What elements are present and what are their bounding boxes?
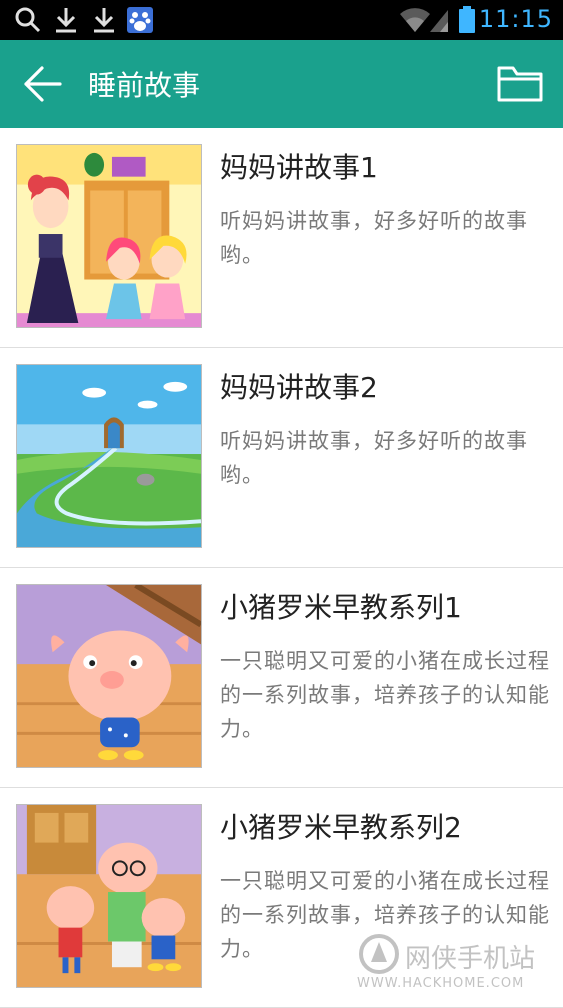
story-thumbnail [16,584,202,768]
wifi-icon [400,8,430,32]
story-title: 妈妈讲故事1 [220,151,378,184]
signal-icon [430,10,448,32]
story-description: 听妈妈讲故事，好多好听的故事哟。 [220,209,528,267]
download-icon [94,8,114,33]
story-title: 小猪罗米早教系列2 [220,811,462,844]
page-title: 睡前故事 [88,69,201,102]
list-item[interactable]: 妈妈讲故事1 听妈妈讲故事，好多好听的故事哟。 [0,128,563,348]
battery-icon [459,6,475,33]
folder-icon[interactable] [495,60,545,106]
clock: 11:15 [478,5,553,33]
story-description: 一只聪明又可爱的小猪在成长过程的一系列故事，培养孩子的认知能力。 [220,649,550,741]
search-icon [15,7,41,33]
list-item[interactable]: 小猪罗米早教系列1 一只聪明又可爱的小猪在成长过程的一系列故事，培养孩子的认知能… [0,568,563,788]
story-thumbnail [16,364,202,548]
story-title: 小猪罗米早教系列1 [220,591,462,624]
story-list: 妈妈讲故事1 听妈妈讲故事，好多好听的故事哟。 妈妈讲故事2 听妈妈讲故事，好多… [0,128,563,1008]
story-thumbnail [16,804,202,988]
app-bar: 睡前故事 [0,40,563,128]
list-item[interactable]: 小猪罗米早教系列2 一只聪明又可爱的小猪在成长过程的一系列故事，培养孩子的认知能… [0,788,563,1008]
story-description: 听妈妈讲故事，好多好听的故事哟。 [220,429,528,487]
list-item[interactable]: 妈妈讲故事2 听妈妈讲故事，好多好听的故事哟。 [0,348,563,568]
story-title: 妈妈讲故事2 [220,371,378,404]
story-description: 一只聪明又可爱的小猪在成长过程的一系列故事，培养孩子的认知能力。 [220,869,550,961]
arrow-left-icon[interactable] [18,62,68,106]
baidu-icon [127,7,153,33]
status-bar: 11:15 [0,0,563,40]
download-icon [56,8,76,33]
story-thumbnail [16,144,202,328]
